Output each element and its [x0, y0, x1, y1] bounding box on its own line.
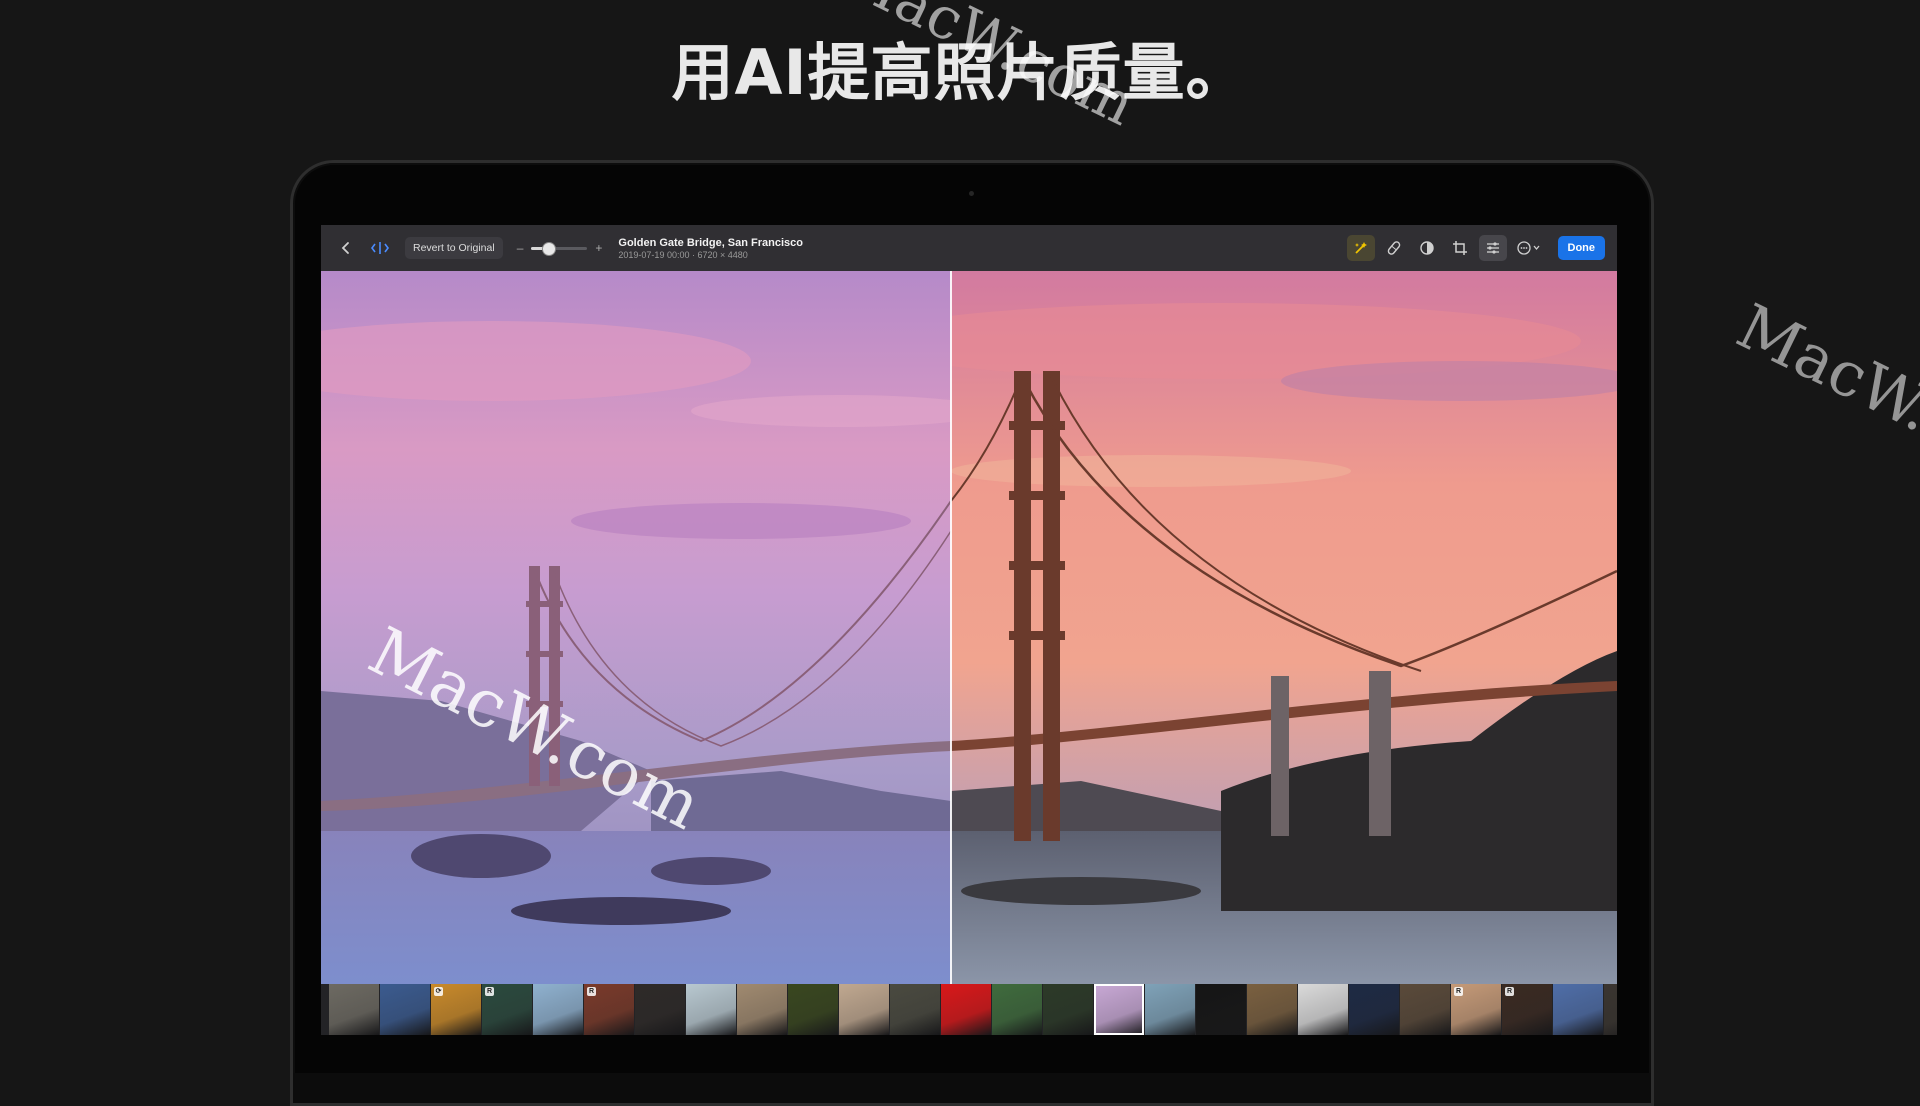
photo-meta: 2019-07-19 00:00 · 6720 × 4480	[618, 249, 748, 260]
photo-title: Golden Gate Bridge, San Francisco	[618, 236, 804, 249]
edited-badge: ⟳	[434, 987, 443, 996]
filmstrip: ⟳ R R R R	[321, 984, 1617, 1035]
filmstrip-thumbnail[interactable]: R	[584, 984, 634, 1035]
laptop-bezel-bottom	[293, 1073, 1651, 1103]
filmstrip-thumbnail[interactable]: R	[482, 984, 532, 1035]
filmstrip-thumbnail[interactable]: R	[1451, 984, 1501, 1035]
photo-info: Golden Gate Bridge, San Francisco 2019-0…	[618, 237, 803, 260]
filmstrip-thumbnail[interactable]	[1400, 984, 1450, 1035]
app-window: Revert to Original – + Golden Gate Bridg…	[321, 225, 1617, 1035]
filmstrip-thumbnail[interactable]	[890, 984, 940, 1035]
photo-canvas[interactable]	[321, 271, 1617, 984]
filmstrip-thumbnail[interactable]	[686, 984, 736, 1035]
slider-track[interactable]	[531, 241, 588, 256]
filmstrip-thumbnail[interactable]	[533, 984, 583, 1035]
more-icon[interactable]	[1512, 235, 1546, 261]
crop-icon[interactable]	[1446, 235, 1474, 261]
watermark-right: MacW.com	[1726, 289, 1920, 504]
compare-split-icon[interactable]	[367, 235, 393, 261]
filmstrip-thumbnail[interactable]: ⟳	[431, 984, 481, 1035]
slider-plus[interactable]: +	[595, 241, 602, 255]
filmstrip-thumbnail[interactable]	[1349, 984, 1399, 1035]
golden-gate-photo	[321, 271, 1617, 984]
filmstrip-thumbnail[interactable]	[788, 984, 838, 1035]
filmstrip-thumbnail[interactable]	[737, 984, 787, 1035]
edited-badge: R	[1454, 987, 1463, 996]
filmstrip-thumbnail[interactable]	[1553, 984, 1603, 1035]
revert-to-original-button[interactable]: Revert to Original	[405, 237, 503, 259]
filmstrip-thumbnail[interactable]	[635, 984, 685, 1035]
filmstrip-thumbnail[interactable]	[1196, 984, 1246, 1035]
editor-toolbar: Revert to Original – + Golden Gate Bridg…	[321, 225, 1617, 272]
done-button[interactable]: Done	[1557, 236, 1605, 260]
filmstrip-thumbnail[interactable]	[1298, 984, 1348, 1035]
filmstrip-thumbnail[interactable]	[839, 984, 889, 1035]
filmstrip-thumbnail[interactable]	[1145, 984, 1195, 1035]
slider-thumb[interactable]	[542, 241, 557, 256]
adjust-icon[interactable]	[1478, 235, 1507, 261]
filmstrip-thumbnail[interactable]	[329, 984, 379, 1035]
filmstrip-thumbnail[interactable]	[941, 984, 991, 1035]
mask-icon[interactable]	[1413, 235, 1441, 261]
filmstrip-thumbnail[interactable]	[1604, 984, 1617, 1035]
camera-dot	[969, 191, 974, 196]
filmstrip-thumbnail[interactable]: R	[1502, 984, 1552, 1035]
filmstrip-thumbnail[interactable]	[992, 984, 1042, 1035]
retouch-icon[interactable]	[1380, 235, 1408, 261]
filmstrip-thumbnail[interactable]	[1043, 984, 1093, 1035]
compare-slider[interactable]: – +	[517, 241, 602, 256]
slider-minus[interactable]: –	[517, 241, 524, 255]
page-headline: 用AI提高照片质量。	[671, 36, 1249, 109]
edited-badge: R	[485, 987, 494, 996]
filmstrip-thumbnail[interactable]	[1247, 984, 1297, 1035]
edited-badge: R	[1505, 987, 1514, 996]
compare-divider-handle[interactable]	[950, 271, 952, 984]
chevron-left-icon[interactable]	[333, 235, 359, 261]
filmstrip-thumbnail[interactable]	[380, 984, 430, 1035]
enhance-icon[interactable]	[1346, 235, 1375, 261]
filmstrip-thumbnail[interactable]	[1094, 984, 1144, 1035]
edited-badge: R	[587, 987, 596, 996]
laptop-frame: Revert to Original – + Golden Gate Bridg…	[290, 160, 1654, 1106]
